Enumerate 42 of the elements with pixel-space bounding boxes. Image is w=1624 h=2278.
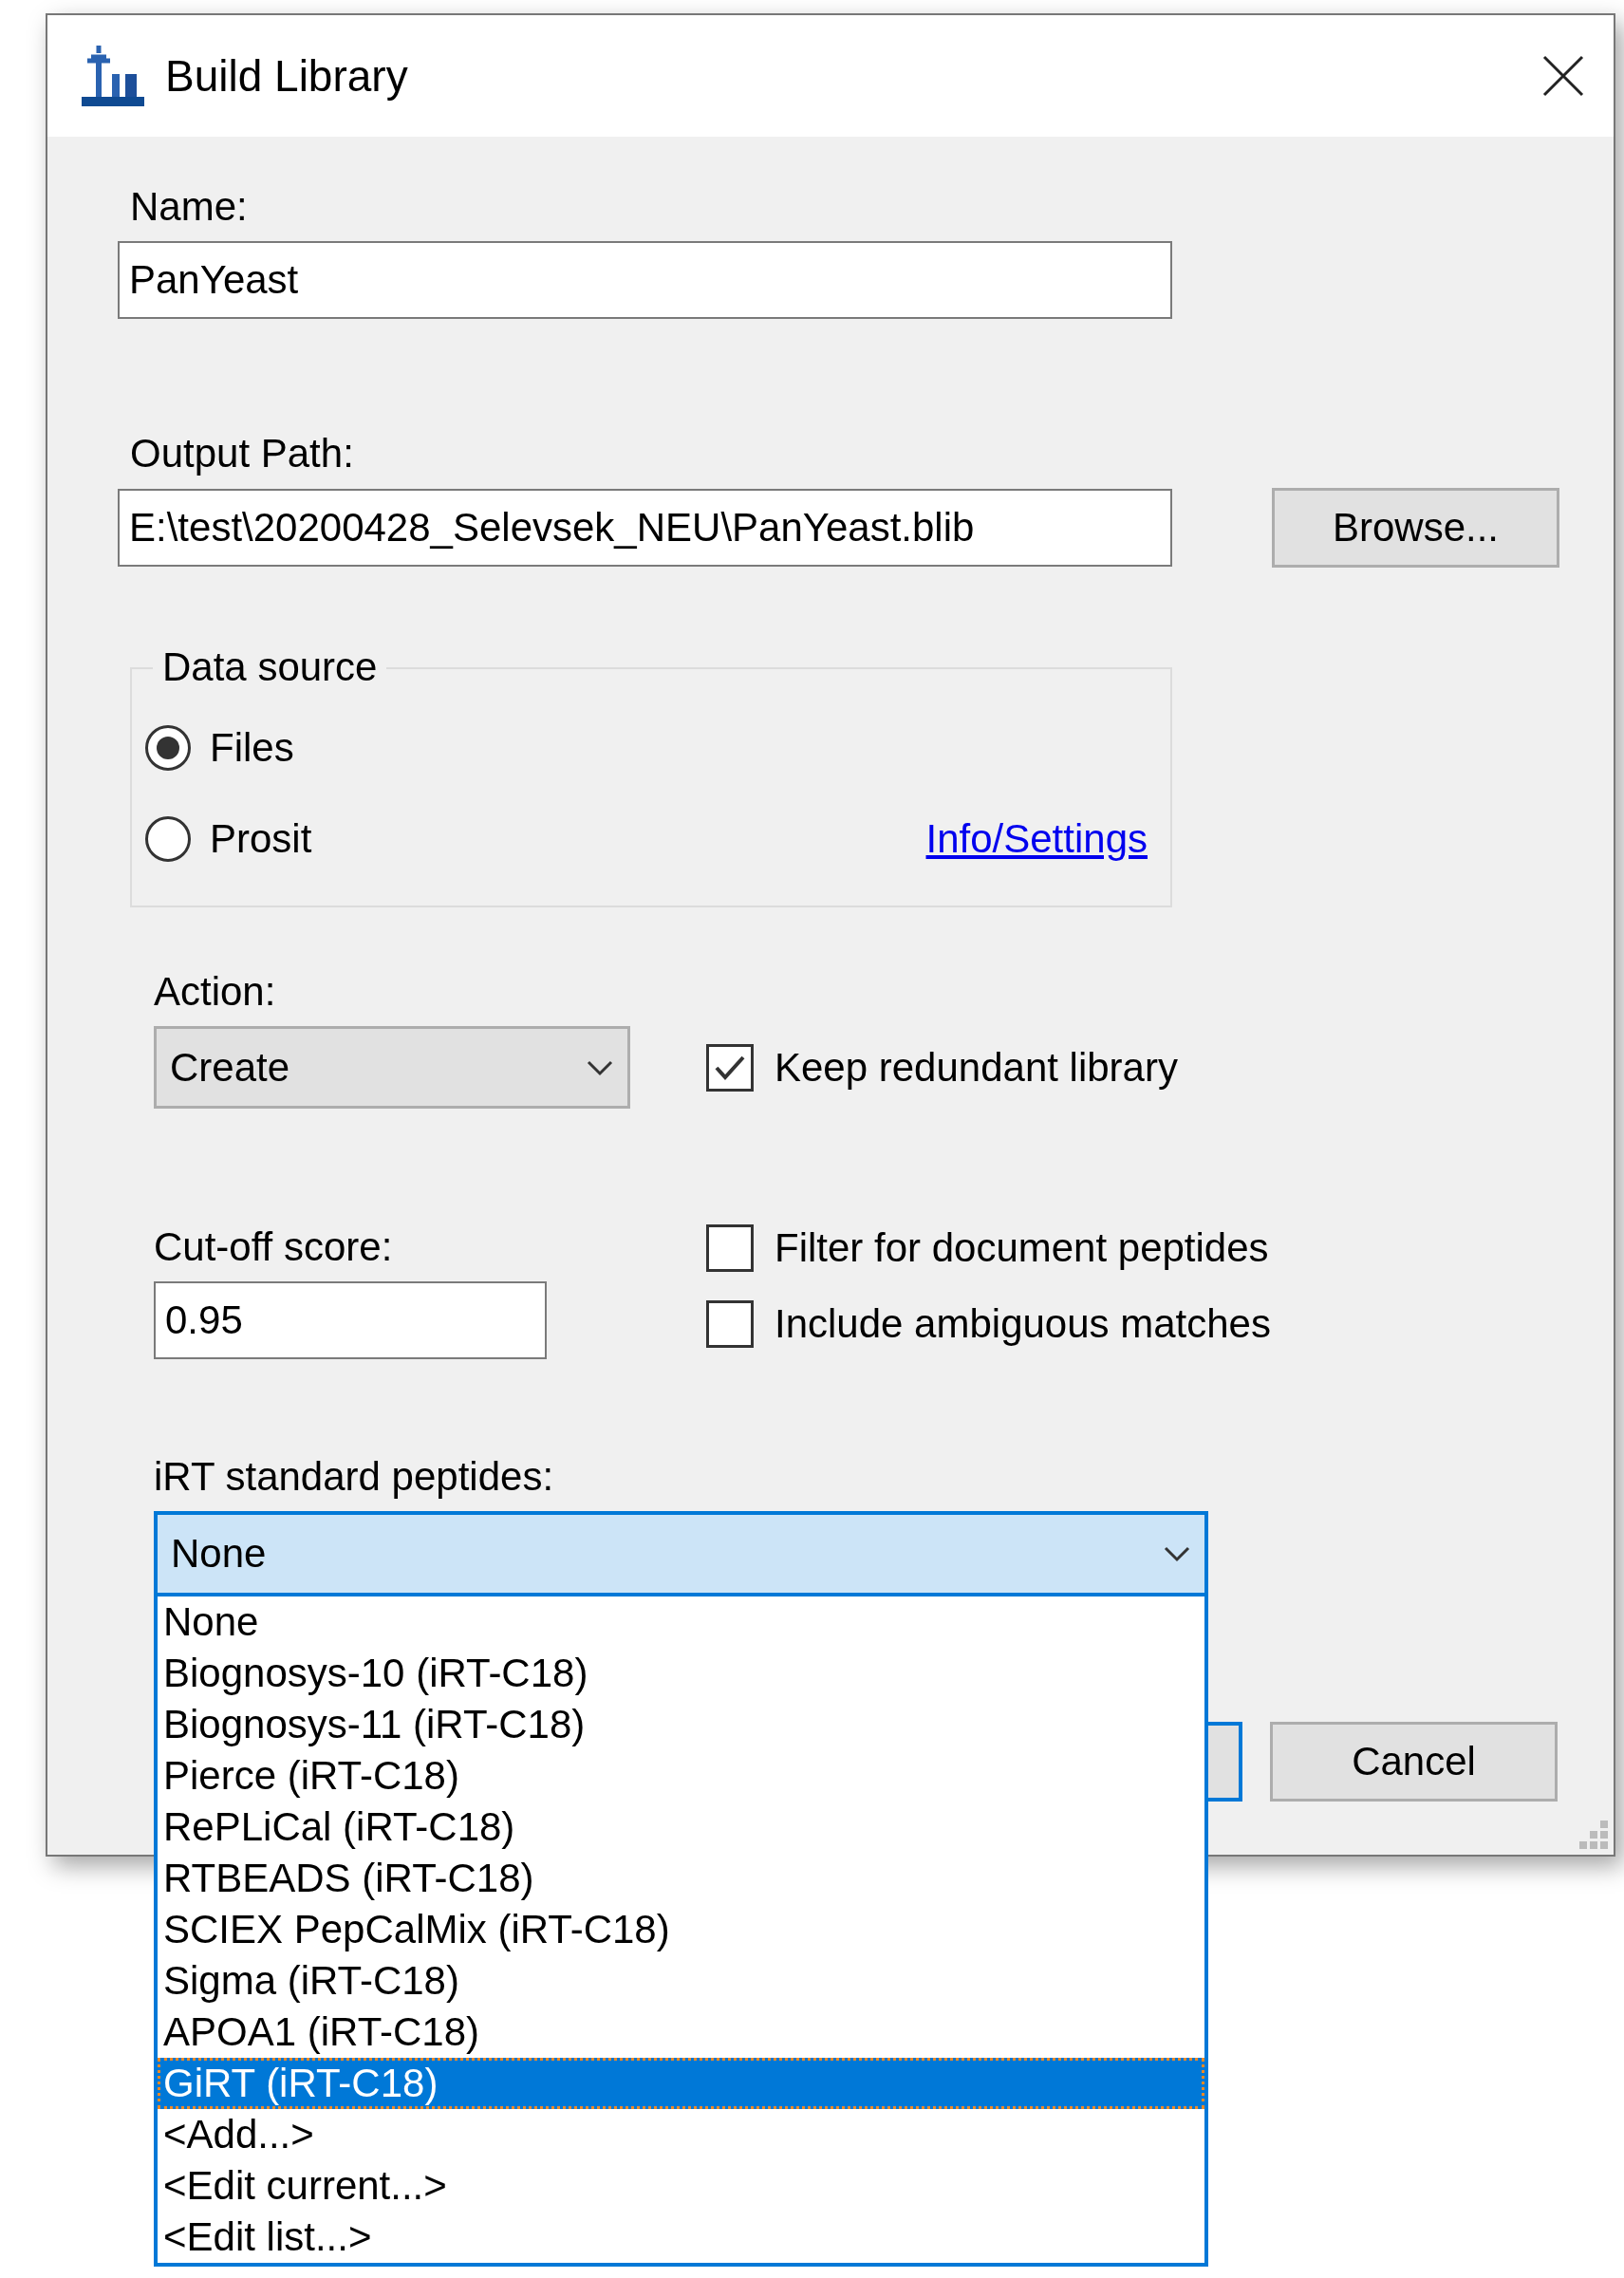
checkbox[interactable] [706,1043,754,1092]
irt-dropdown[interactable]: None [154,1511,1208,1596]
chevron-down-icon [1163,1545,1191,1562]
field-label: Cut-off score: [154,1224,394,1270]
name-field[interactable]: PanYeast [118,241,1172,319]
radio-button[interactable] [145,816,191,862]
resize-grip-icon [1579,1821,1608,1849]
dropdown-option[interactable]: RePLiCal (iRT-C18) [158,1802,1204,1853]
field-label: Action: [154,969,277,1015]
close-icon[interactable] [1541,54,1585,98]
cancel-button[interactable]: Cancel [1270,1722,1558,1802]
dropdown-option[interactable]: <Edit current...> [158,2160,1204,2212]
checkbox-label: Filter for document peptides [775,1225,1269,1271]
dropdown-option[interactable]: APOA1 (iRT-C18) [158,2007,1204,2058]
checkbox[interactable] [706,1300,754,1348]
dropdown-option[interactable]: Biognosys-10 (iRT-C18) [158,1648,1204,1699]
dropdown-option[interactable]: Pierce (iRT-C18) [158,1750,1204,1802]
window-title: Build Library [165,50,409,102]
output-path-field[interactable]: E:\test\20200428_Selevsek_NEU\PanYeast.blib [118,489,1172,567]
dropdown-option[interactable]: GiRT (iRT-C18) [158,2058,1204,2109]
dropdown-option[interactable]: Biognosys-11 (iRT-C18) [158,1699,1204,1750]
radio-label: Prosit [210,816,312,862]
checkbox[interactable] [706,1224,754,1272]
action-dropdown[interactable]: Create [154,1026,630,1109]
field-label: Name: [130,184,249,230]
field-label: Output Path: [130,431,355,476]
dropdown-option[interactable]: Sigma (iRT-C18) [158,1955,1204,2007]
cutoff-score-field[interactable]: 0.95 [154,1281,547,1359]
chevron-down-icon [586,1058,614,1076]
checkbox-label: Include ambiguous matches [775,1301,1271,1347]
browse-button[interactable]: Browse... [1272,488,1559,568]
radio-button[interactable] [145,725,191,771]
dropdown-option[interactable]: None [158,1596,1204,1648]
library-app-icon [82,46,144,106]
field-label: iRT standard peptides: [154,1454,555,1500]
checkbox-label: Keep redundant library [775,1044,1178,1091]
dropdown-option[interactable]: RTBEADS (iRT-C18) [158,1853,1204,1904]
dropdown-option[interactable]: SCIEX PepCalMix (iRT-C18) [158,1904,1204,1955]
settings-link[interactable]: Info/Settings [925,816,1148,862]
dropdown-option[interactable]: <Edit list...> [158,2212,1204,2263]
radio-label: Files [210,725,294,771]
dropdown-option[interactable]: <Add...> [158,2109,1204,2160]
